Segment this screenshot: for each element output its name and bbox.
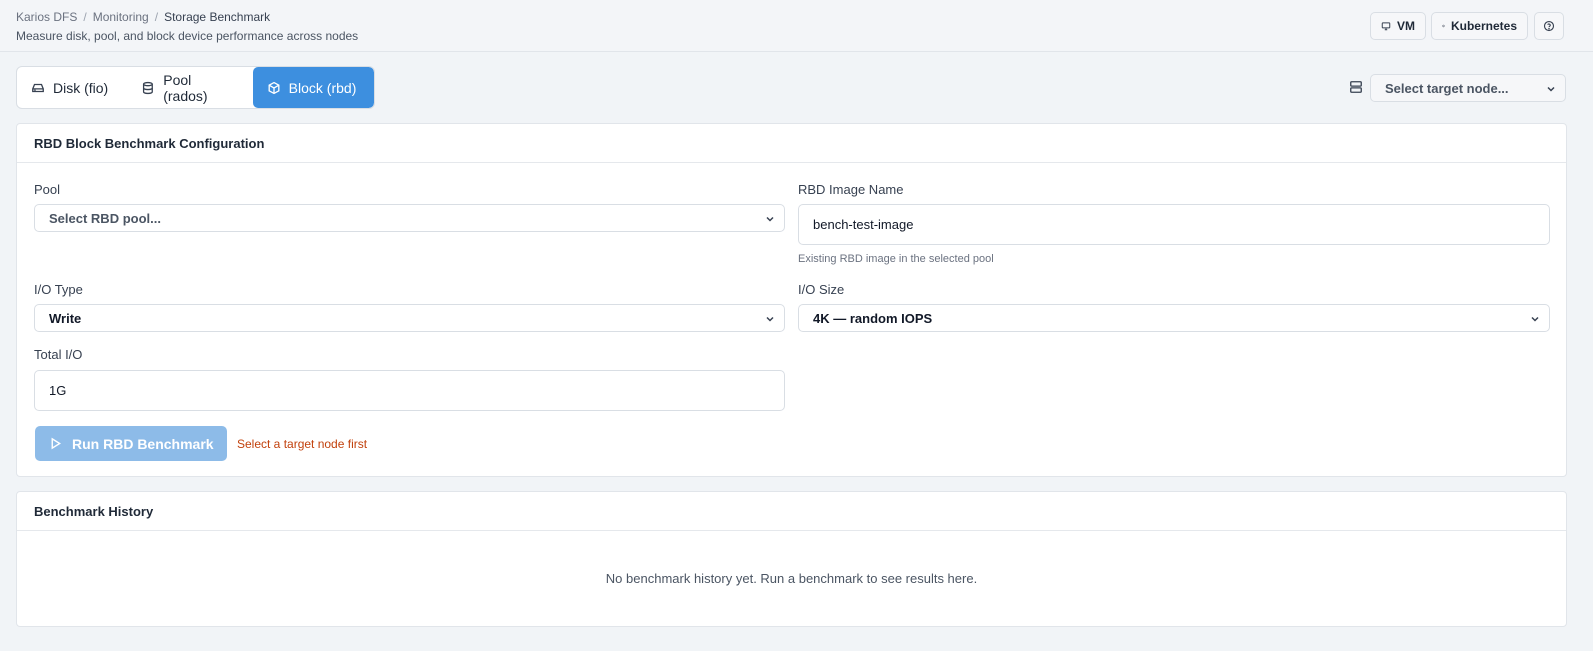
panel-title: RBD Block Benchmark Configuration: [17, 124, 1566, 163]
run-rbd-benchmark-button[interactable]: Run RBD Benchmark: [35, 426, 227, 461]
benchmark-tabs: Disk (fio) Pool (rados) Block (rbd): [16, 66, 375, 109]
io-type-select[interactable]: Write: [34, 304, 785, 332]
total-io-input[interactable]: 1G: [34, 370, 785, 411]
pool-select[interactable]: Select RBD pool...: [34, 204, 785, 232]
io-type-value: Write: [49, 310, 82, 326]
target-node-placeholder: Select target node...: [1385, 80, 1509, 96]
rbd-image-label: RBD Image Name: [798, 182, 904, 197]
node-warning: Select a target node first: [237, 437, 368, 451]
rbd-image-input[interactable]: bench-test-image: [798, 204, 1550, 245]
breadcrumb-item-monitoring[interactable]: Monitoring: [93, 10, 149, 24]
tab-label: Pool (rados): [163, 71, 208, 104]
io-size-select[interactable]: 4K — random IOPS: [798, 304, 1550, 332]
chevron-down-icon: [766, 316, 774, 322]
vm-button[interactable]: VM: [1370, 12, 1426, 40]
vm-button-label: VM: [1397, 19, 1415, 33]
total-io-label: Total I/O: [34, 347, 83, 362]
io-type-label: I/O Type: [34, 282, 83, 297]
help-circle-icon: [1543, 20, 1555, 32]
tab-pool-rados[interactable]: Pool (rados): [127, 67, 252, 108]
panel-title: Benchmark History: [17, 492, 1566, 531]
io-size-label: I/O Size: [798, 282, 845, 297]
tab-label: Disk (fio): [53, 79, 109, 96]
total-io-value: 1G: [49, 383, 67, 398]
chevron-down-icon: [1531, 316, 1539, 322]
top-bar: Karios DFS / Monitoring / Storage Benchm…: [0, 0, 1593, 52]
breadcrumb: Karios DFS / Monitoring / Storage Benchm…: [16, 10, 270, 24]
page-subtitle: Measure disk, pool, and block device per…: [16, 29, 359, 43]
pool-label: Pool: [34, 182, 61, 197]
tab-label: Block (rbd): [288, 79, 357, 96]
kubernetes-button[interactable]: Kubernetes: [1431, 12, 1528, 40]
pool-select-value: Select RBD pool...: [49, 210, 161, 226]
empty-history-message: No benchmark history yet. Run a benchmar…: [605, 571, 978, 586]
help-button[interactable]: [1534, 12, 1564, 40]
io-size-value: 4K — random IOPS: [813, 310, 933, 326]
tab-block-rbd[interactable]: Block (rbd): [252, 67, 374, 108]
chevron-down-icon: [1547, 86, 1555, 92]
hard-drive-icon: [32, 83, 44, 92]
database-icon: [143, 81, 154, 94]
breadcrumb-item-current: Storage Benchmark: [164, 10, 271, 24]
rbd-config-panel: RBD Block Benchmark Configuration Pool S…: [16, 123, 1567, 477]
breadcrumb-separator: /: [83, 10, 87, 24]
server-icon: [1350, 81, 1362, 93]
cube-icon: [268, 81, 280, 94]
target-node-select[interactable]: Select target node...: [1370, 74, 1566, 102]
play-icon: [51, 437, 61, 450]
rbd-image-value: bench-test-image: [813, 217, 914, 232]
tab-disk-fio[interactable]: Disk (fio): [17, 67, 127, 108]
run-button-label: Run RBD Benchmark: [72, 435, 214, 452]
chevron-down-icon: [766, 216, 774, 222]
benchmark-history-panel: Benchmark History No benchmark history y…: [16, 491, 1567, 627]
breadcrumb-item-karios-dfs[interactable]: Karios DFS: [16, 10, 77, 24]
rbd-image-hint: Existing RBD image in the selected pool: [798, 253, 994, 265]
kubernetes-button-label: Kubernetes: [1450, 19, 1517, 33]
boxes-icon: [1442, 24, 1445, 28]
breadcrumb-separator: /: [154, 10, 159, 24]
monitor-icon: [1381, 22, 1391, 31]
